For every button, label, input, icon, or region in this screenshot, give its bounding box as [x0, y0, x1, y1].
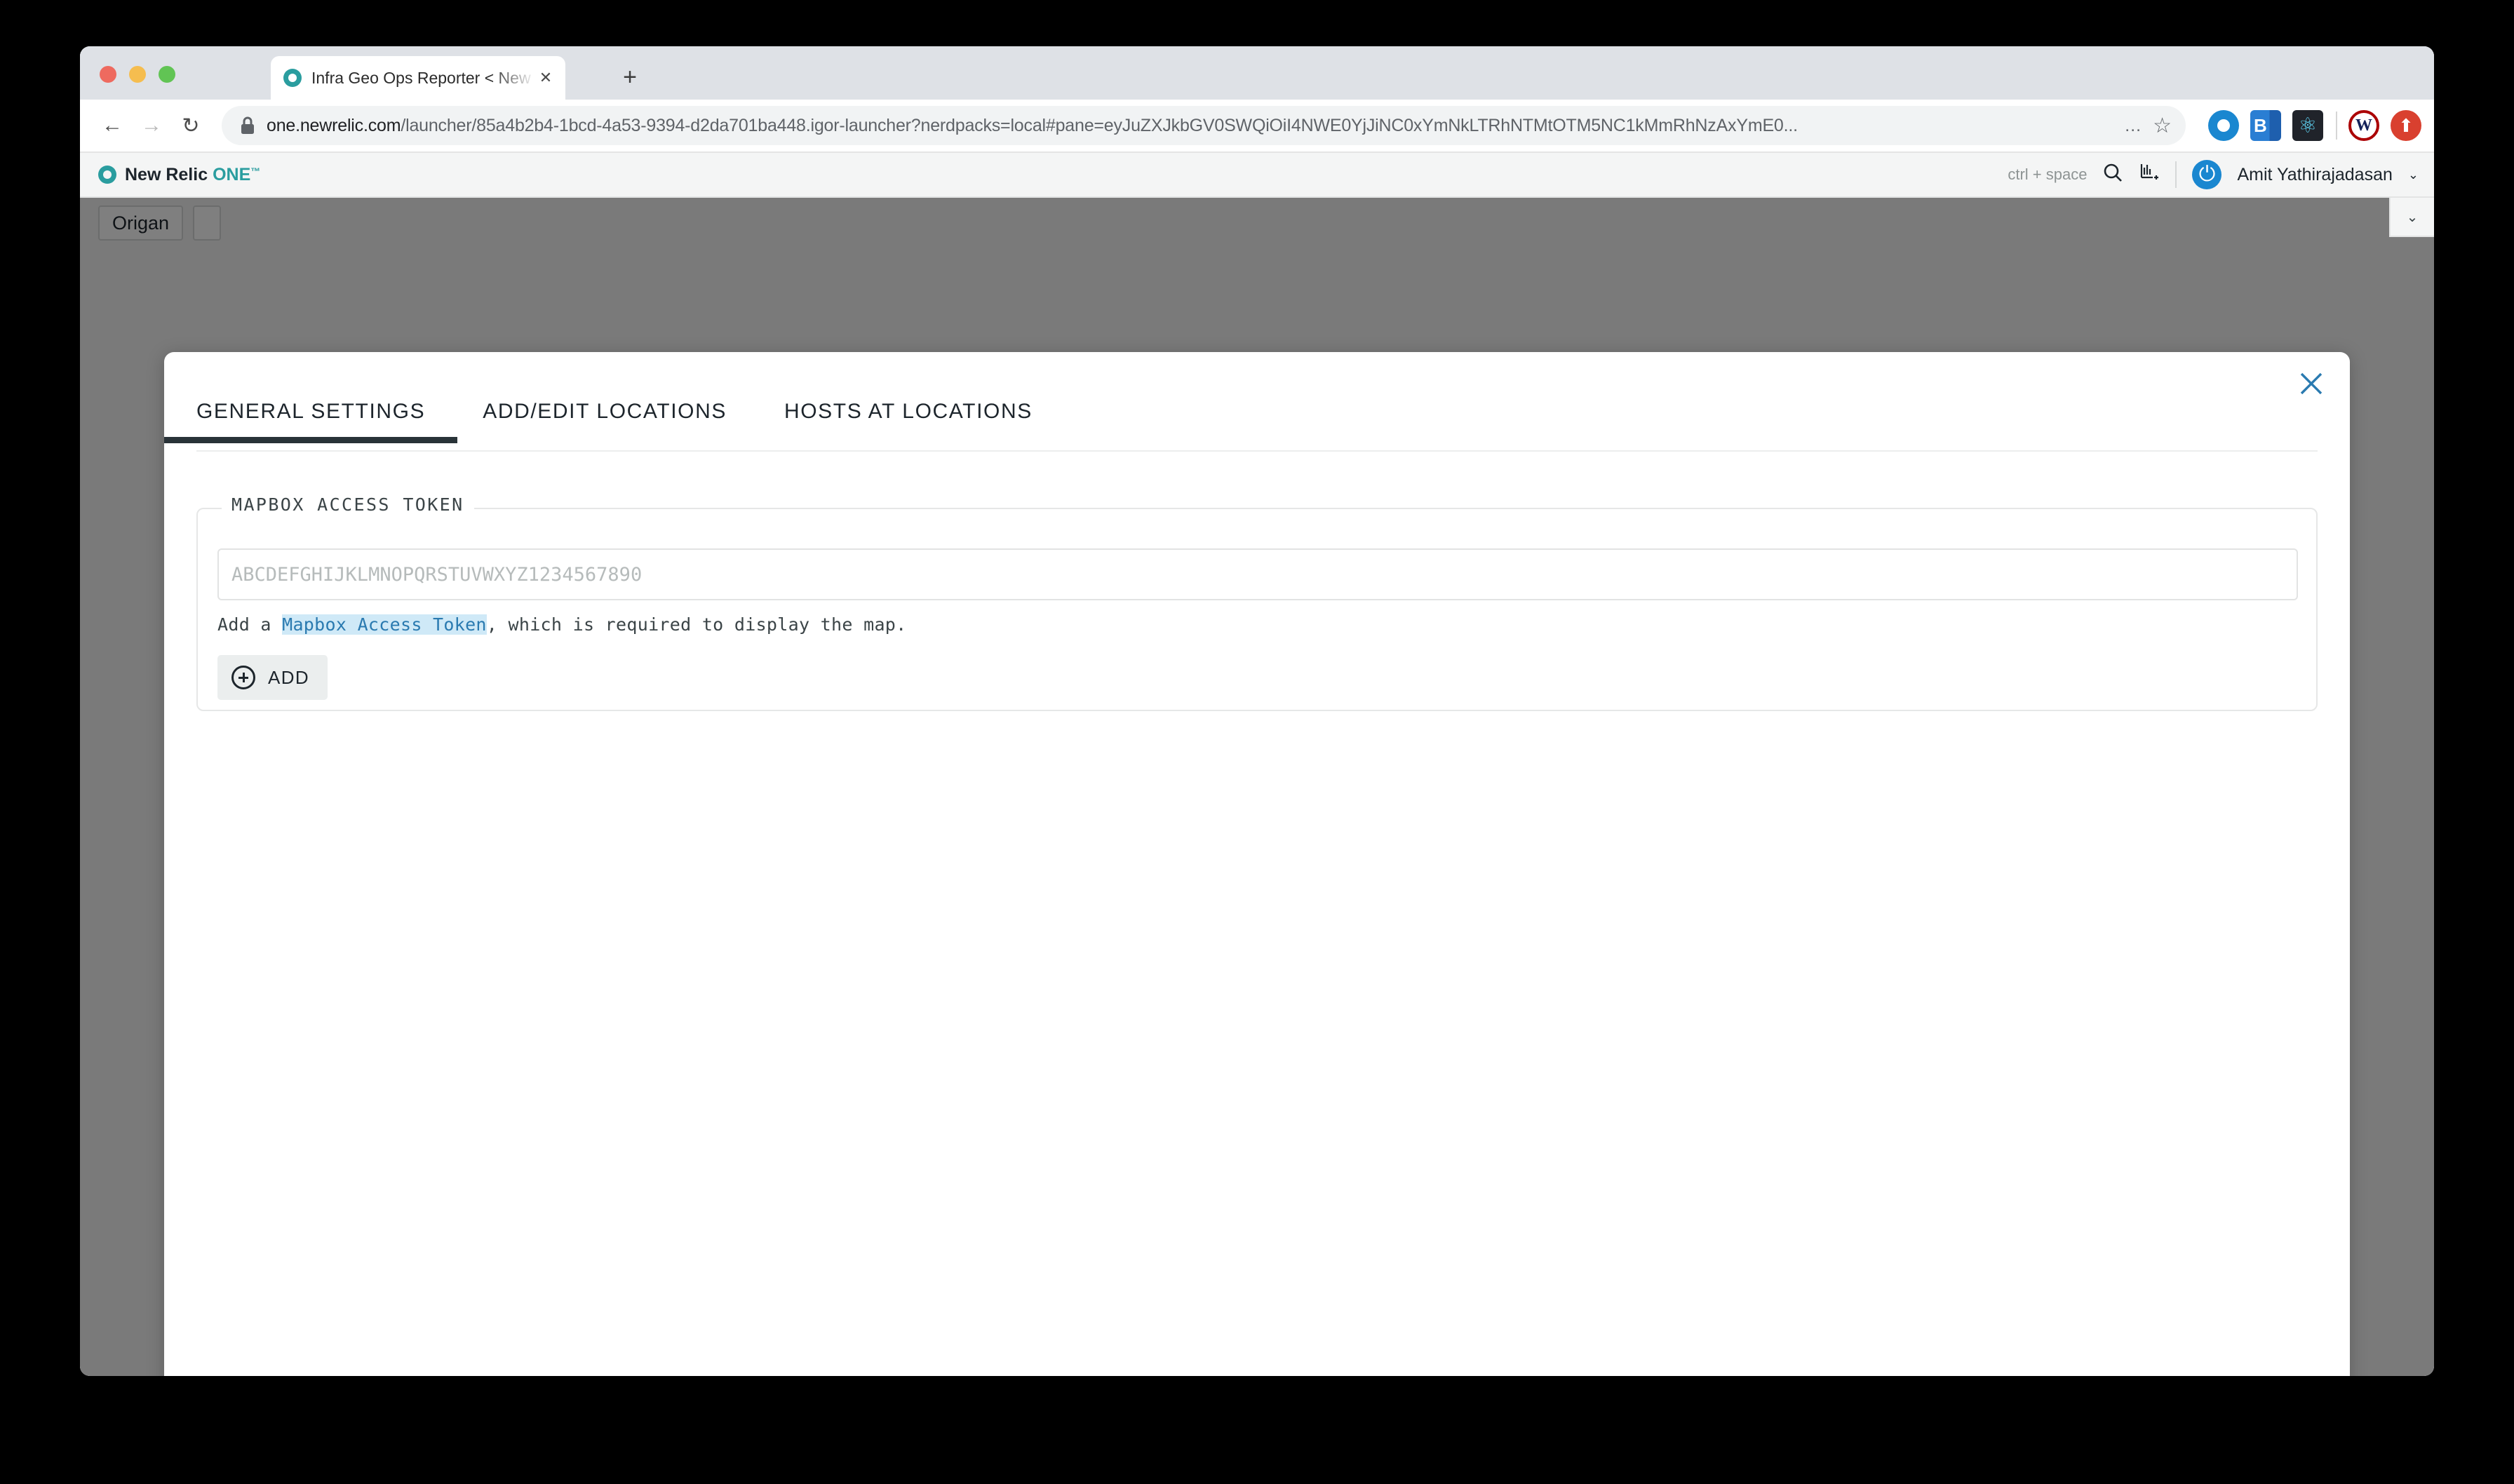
new-tab-button[interactable]: + — [614, 62, 645, 93]
bluejeans-extension-icon[interactable]: B — [2250, 110, 2281, 141]
mapbox-token-help-text: Add a Mapbox Access Token, which is requ… — [217, 614, 907, 635]
browser-tab-strip: Infra Geo Ops Reporter < New ✕ + — [80, 46, 2434, 100]
new-relic-logo-icon — [98, 166, 116, 184]
tab-add-edit-locations[interactable]: ADD/EDIT LOCATIONS — [483, 396, 727, 442]
add-button-label: ADD — [268, 666, 310, 688]
close-window-button[interactable] — [100, 66, 116, 83]
window-traffic-lights — [100, 66, 175, 83]
address-bar[interactable]: one.newrelic.com/launcher/85a4b2b4-1bcd-… — [222, 106, 2186, 145]
forward-icon[interactable]: → — [132, 106, 171, 145]
logo-trademark: ™ — [250, 165, 261, 177]
react-devtools-extension-icon[interactable]: ⚛ — [2292, 110, 2323, 141]
search-icon[interactable] — [2102, 162, 2123, 188]
chevron-down-icon[interactable]: ⌄ — [2408, 168, 2419, 182]
account-name-label[interactable]: Amit Yathirajadasan — [2237, 165, 2392, 185]
close-icon[interactable]: ✕ — [536, 68, 556, 88]
logo-word-one: ONE — [213, 164, 251, 184]
minimize-window-button[interactable] — [129, 66, 146, 83]
collapse-panel-button[interactable]: ⌄ — [2389, 198, 2434, 237]
url-truncation-ellipsis: … — [2124, 115, 2144, 135]
help-text-after: , which is required to display the map. — [486, 614, 907, 635]
new-relic-favicon-icon — [283, 69, 302, 87]
new-relic-logo-text[interactable]: New Relic ONE ™ — [125, 165, 260, 185]
desktop-backdrop: Infra Geo Ops Reporter < New ✕ + ← → ↻ o… — [0, 0, 2514, 1484]
add-button[interactable]: ADD — [217, 655, 328, 700]
search-shortcut-hint: ctrl + space — [2008, 166, 2088, 183]
washington-nationals-extension-icon[interactable]: W — [2348, 110, 2379, 141]
new-relic-top-nav: New Relic ONE ™ ctrl + space ⏻ Amit Yath… — [80, 153, 2434, 198]
mapbox-access-token-link[interactable]: Mapbox Access Token — [282, 614, 487, 635]
logo-word-newrelic: New Relic — [125, 164, 208, 184]
upload-extension-icon[interactable]: ⬆ — [2391, 110, 2421, 141]
tab-hosts-at-locations[interactable]: HOSTS AT LOCATIONS — [784, 396, 1033, 442]
help-text-before: Add a — [217, 614, 283, 635]
top-nav-right-cluster: ctrl + space ⏻ Amit Yathirajadasan ⌄ — [2008, 160, 2419, 189]
url-host: one.newrelic.com — [267, 115, 401, 135]
back-icon[interactable]: ← — [93, 106, 132, 145]
modal-tab-bar: GENERAL SETTINGS ADD/EDIT LOCATIONS HOST… — [163, 396, 2318, 452]
address-bar-url: one.newrelic.com/launcher/85a4b2b4-1bcd-… — [267, 116, 2121, 136]
browser-tab-title: Infra Geo Ops Reporter < New — [311, 68, 531, 87]
browser-toolbar: ← → ↻ one.newrelic.com/launcher/85a4b2b4… — [80, 100, 2434, 153]
maximize-window-button[interactable] — [159, 66, 175, 83]
add-to-chart-icon[interactable] — [2139, 162, 2160, 188]
lock-icon — [240, 116, 255, 135]
mapbox-access-token-input[interactable] — [217, 548, 2298, 600]
browser-window: Infra Geo Ops Reporter < New ✕ + ← → ↻ o… — [80, 46, 2434, 1376]
reload-icon[interactable]: ↻ — [171, 106, 210, 145]
top-nav-divider — [2175, 161, 2177, 188]
bookmark-star-icon[interactable]: ☆ — [2153, 114, 2172, 138]
mapbox-token-fieldset: MAPBOX ACCESS TOKEN Add a Mapbox Access … — [196, 494, 2318, 711]
settings-modal: GENERAL SETTINGS ADD/EDIT LOCATIONS HOST… — [163, 352, 2350, 1376]
tab-general-settings[interactable]: GENERAL SETTINGS — [163, 396, 458, 443]
new-relic-extension-icon[interactable] — [2208, 110, 2239, 141]
browser-tab[interactable]: Infra Geo Ops Reporter < New ✕ — [271, 56, 565, 100]
fieldset-legend: MAPBOX ACCESS TOKEN — [222, 494, 474, 515]
avatar[interactable] — [2192, 160, 2222, 189]
plus-circle-icon — [231, 666, 255, 689]
page-viewport: New Relic ONE ™ ctrl + space ⏻ Amit Yath… — [80, 153, 2434, 1376]
toolbar-divider — [2336, 112, 2337, 140]
url-path: /launcher/85a4b2b4-1bcd-4a53-9394-d2da70… — [401, 115, 1798, 135]
